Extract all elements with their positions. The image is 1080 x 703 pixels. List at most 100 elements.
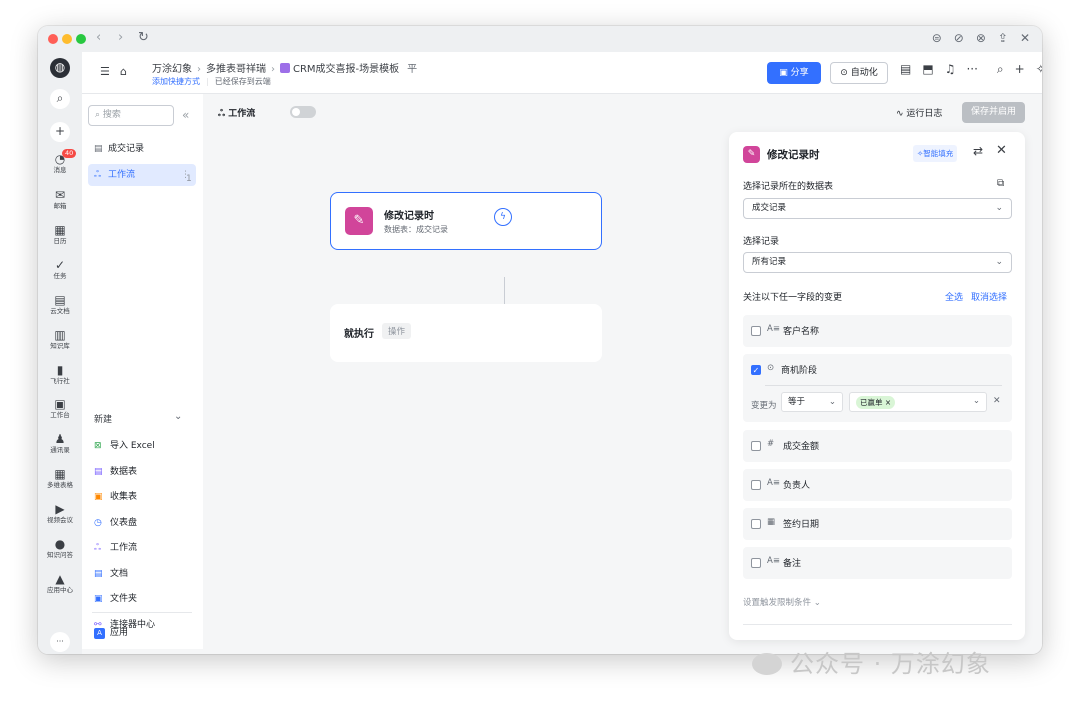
rail-item[interactable]: ✓ 任务 <box>38 259 82 281</box>
field-row-expanded[interactable]: ✓ ⊙ 商机阶段 变更为 等于 ⌄ 已赢单 × ⌄ ✕ <box>743 354 1012 422</box>
select-all-link[interactable]: 全选 <box>945 293 963 303</box>
rail-item[interactable]: ▶ 视频会议 <box>38 503 82 525</box>
ai-sparkle-icon[interactable]: ✧ <box>1036 62 1042 77</box>
bell-icon[interactable]: ♫ <box>945 62 956 77</box>
close-window-button[interactable] <box>48 34 58 44</box>
new-item[interactable]: ▣ 收集表 <box>94 489 137 502</box>
swap-icon[interactable]: ⇄ <box>973 144 983 158</box>
workflow-title: ஃ 工作流 <box>218 109 256 119</box>
run-log-button[interactable]: ∿ 运行日志 <box>896 106 942 119</box>
field-checkbox[interactable] <box>751 441 761 451</box>
condition-operator-select[interactable]: 等于 ⌄ <box>781 392 843 412</box>
link-icon[interactable]: ⊗ <box>976 31 986 45</box>
zoom-window-button[interactable] <box>76 34 86 44</box>
chevron-down-icon: ⌄ <box>972 396 980 406</box>
new-item-icon: ⚯ <box>94 619 102 630</box>
plugin-icon[interactable]: ⬒ <box>922 62 933 77</box>
rail-add-icon[interactable]: + <box>50 122 70 142</box>
wechat-icon <box>752 653 782 675</box>
workflow-toggle[interactable] <box>290 106 316 118</box>
more-icon[interactable]: ··· <box>966 62 977 77</box>
field-checkbox[interactable]: ✓ <box>751 365 761 375</box>
app-icon: A <box>94 628 105 639</box>
rail-item[interactable]: ▦ 多维表格 <box>38 468 82 490</box>
new-item[interactable]: ▣ 文件夹 <box>94 591 137 604</box>
rail-item[interactable]: ✉ 邮箱 <box>38 189 82 211</box>
new-item-icon: ⊠ <box>94 441 102 451</box>
minimize-window-button[interactable] <box>62 34 72 44</box>
field-row[interactable]: A≡ 负责人 <box>743 469 1012 501</box>
add-shortcut-link[interactable]: 添加快捷方式 <box>152 77 200 86</box>
field-row[interactable]: A≡ 备注 <box>743 547 1012 579</box>
node-index: 1 <box>186 174 192 184</box>
share-window-icon[interactable]: ⇪ <box>998 31 1008 45</box>
trigger-subtitle: 数据表：成交记录 <box>384 225 448 234</box>
close-icon[interactable]: ✕ <box>1020 31 1030 45</box>
value-chip[interactable]: 已赢单 × <box>856 396 896 409</box>
sidebar-item-records[interactable]: ▤ 成交记录 <box>88 138 196 160</box>
new-item[interactable]: ▤ 数据表 <box>94 464 137 477</box>
breadcrumb-item[interactable]: 万涂幻象 <box>152 64 192 75</box>
trigger-limit-toggle[interactable]: 设置触发限制条件 ⌄ <box>743 596 821 608</box>
rail-search-icon[interactable]: ⌕ <box>50 89 70 109</box>
field-checkbox[interactable] <box>751 326 761 336</box>
new-item[interactable]: ⊠ 导入 Excel <box>94 438 155 451</box>
menu-icon[interactable]: ☰ <box>100 65 110 78</box>
table-select[interactable]: 成交记录 ⌄ <box>743 198 1012 219</box>
rail-label: 云文档 <box>50 307 70 315</box>
automation-button[interactable]: ⊙ 自动化 <box>830 62 888 84</box>
compass-icon[interactable]: ⊘ <box>954 31 964 45</box>
action-node[interactable]: 就执行 操作 <box>330 304 602 362</box>
sidebar-item-workflow[interactable]: ஃ 工作流 ⋮ <box>88 164 196 186</box>
deselect-link[interactable]: 取消选择 <box>971 293 1007 303</box>
feedback-icon[interactable]: ⊜ <box>932 31 942 45</box>
new-item-label: 工作流 <box>110 543 138 553</box>
rail-item[interactable]: ▮ 飞行社 <box>38 364 82 386</box>
remove-condition-icon[interactable]: ✕ <box>993 396 1001 406</box>
rail-item[interactable]: ▲ 应用中心 <box>38 573 82 595</box>
rail-item[interactable]: ▥ 知识库 <box>38 329 82 351</box>
new-item-label: 文件夹 <box>110 594 138 604</box>
collapse-icon[interactable]: « <box>182 108 189 122</box>
chevron-down-icon[interactable]: ⌄ <box>174 411 182 422</box>
search-icon[interactable]: ⌕ <box>997 62 1004 77</box>
new-item[interactable]: ஃ 工作流 <box>94 540 137 554</box>
forward-icon[interactable]: › <box>118 30 123 45</box>
rail-more-icon[interactable]: ··· <box>50 632 70 652</box>
record-select[interactable]: 所有记录 ⌄ <box>743 252 1012 273</box>
doc-info-icon[interactable]: ▤ <box>900 62 911 77</box>
breadcrumb-item[interactable]: 多推表哥祥瑞 <box>206 64 266 75</box>
field-checkbox[interactable] <box>751 558 761 568</box>
rail-item[interactable]: ● 知识问答 <box>38 538 82 560</box>
new-item[interactable]: ▤ 文档 <box>94 566 128 579</box>
rail-item[interactable]: ◔ 消息 40 <box>38 149 82 175</box>
smart-fill-button[interactable]: ✧智能填充 <box>913 145 958 162</box>
number-field-icon: # <box>767 439 775 449</box>
save-enable-button[interactable]: 保存并启用 <box>962 102 1025 123</box>
home-icon[interactable]: ⌂ <box>120 65 127 78</box>
add-icon[interactable]: + <box>1015 62 1025 77</box>
avatar[interactable]: ◍ <box>50 58 70 78</box>
rail-item[interactable]: ▣ 工作台 <box>38 398 82 420</box>
share-button[interactable]: ▣ 分享 <box>767 62 821 84</box>
rail-item[interactable]: ♟ 通讯录 <box>38 433 82 455</box>
trigger-node[interactable]: ✎ 修改记录时 数据表：成交记录 <box>330 192 602 250</box>
rail-icon: ▮ <box>56 363 64 377</box>
new-item[interactable]: ◷ 仪表盘 <box>94 515 137 528</box>
external-link-icon[interactable]: ⧉ <box>997 178 1004 189</box>
rail-item[interactable]: ▦ 日历 <box>38 224 82 246</box>
reload-icon[interactable]: ↻ <box>138 30 149 45</box>
back-icon[interactable]: ‹ <box>96 30 101 45</box>
field-row[interactable]: A≡ 客户名称 <box>743 315 1012 347</box>
rail-item[interactable]: ▤ 云文档 <box>38 294 82 316</box>
pin-icon[interactable]: 平 <box>407 64 417 75</box>
search-input[interactable]: ⌕ 搜索 <box>88 105 174 126</box>
field-checkbox[interactable] <box>751 480 761 490</box>
field-row[interactable]: ▦ 签约日期 <box>743 508 1012 540</box>
field-checkbox[interactable] <box>751 519 761 529</box>
close-icon[interactable]: ✕ <box>996 143 1007 158</box>
condition-value-select[interactable]: 已赢单 × ⌄ <box>849 392 987 412</box>
field-row[interactable]: # 成交金额 <box>743 430 1012 462</box>
new-item[interactable]: ⚯ 连接器中心 <box>94 617 155 630</box>
rail-icon: ▥ <box>54 328 66 342</box>
